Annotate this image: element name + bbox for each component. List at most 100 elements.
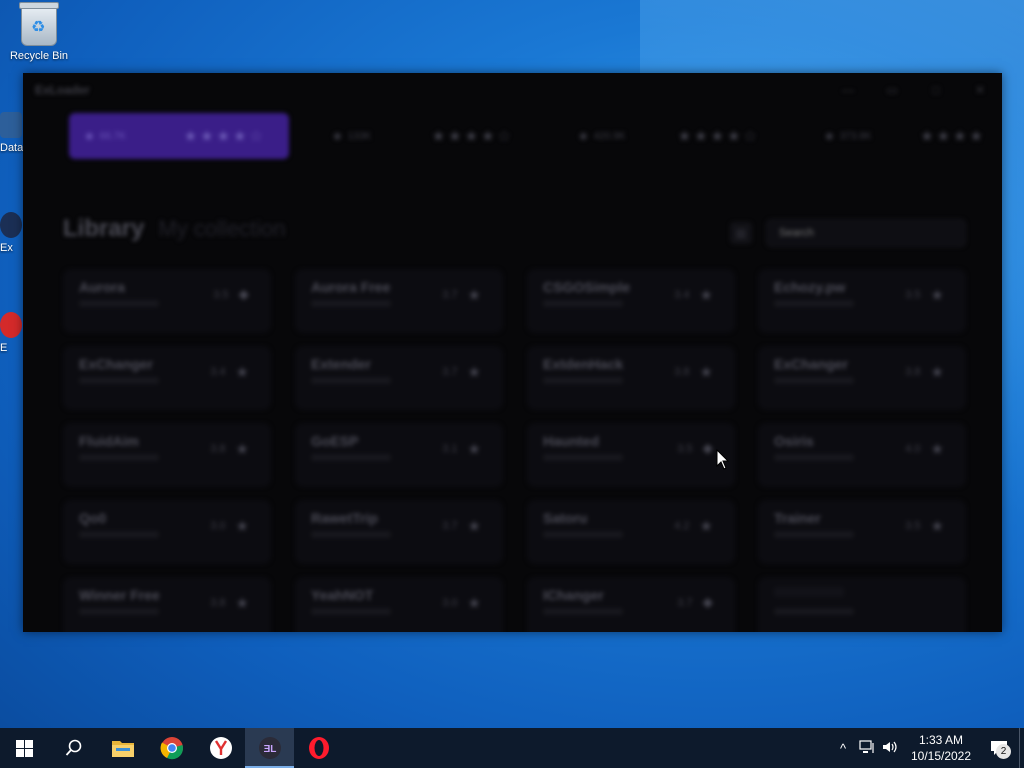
star-icon[interactable]: ★ bbox=[236, 363, 249, 381]
eye-icon: ◉ bbox=[333, 130, 342, 142]
action-center-button[interactable]: 2 bbox=[979, 728, 1019, 768]
library-card-name: IChanger bbox=[543, 587, 604, 603]
grid-view-icon[interactable]: ▦ bbox=[730, 222, 752, 244]
featured-card[interactable]: ◉ 420.9K ★★★★☆ bbox=[563, 113, 783, 159]
library-card[interactable]: Qo0 3.0 ★ bbox=[63, 500, 271, 564]
tag-icon[interactable]: ⬥ bbox=[702, 594, 713, 611]
library-card[interactable]: Aurora Free 3.7 ★ bbox=[295, 269, 503, 333]
library-card[interactable]: Echozy.pw 3.5 ★ bbox=[758, 269, 966, 333]
library-card[interactable]: FluidAim 3.8 ★ bbox=[63, 423, 271, 487]
view-count: 373.8K bbox=[839, 130, 872, 142]
clock-time: 1:33 AM bbox=[918, 733, 964, 747]
featured-card[interactable]: ◉ 66.7K ★★★★☆ bbox=[69, 113, 289, 159]
star-icon[interactable]: ★ bbox=[468, 286, 481, 304]
restore-button[interactable]: ▭ bbox=[870, 73, 914, 107]
featured-card[interactable]: ◉ 133K ★★★★☆ bbox=[317, 113, 537, 159]
desktop-shortcut-e[interactable]: E bbox=[0, 312, 24, 354]
library-card-name: Echozy.pw bbox=[774, 279, 846, 295]
rating-value: 4.2 bbox=[674, 520, 690, 532]
rating-value: 3.7 bbox=[442, 366, 458, 378]
star-icon[interactable]: ★ bbox=[700, 363, 713, 381]
desktop-shortcut-data[interactable]: Data bbox=[0, 112, 24, 154]
start-button[interactable] bbox=[0, 728, 49, 768]
star-icon[interactable]: ★ bbox=[931, 363, 944, 381]
tag-icon[interactable]: ⬥ bbox=[238, 286, 249, 303]
show-desktop-button[interactable] bbox=[1019, 728, 1024, 768]
library-card-author bbox=[774, 454, 854, 461]
library-card-rating: 3.8 ★ bbox=[674, 363, 713, 381]
library-card-rating: 3.5 ★ bbox=[905, 286, 944, 304]
maximize-button[interactable]: □ bbox=[914, 73, 958, 107]
library-card[interactable]: Haunted 3.5 ⬥ bbox=[527, 423, 735, 487]
clock[interactable]: 1:33 AM 10/15/2022 bbox=[903, 732, 979, 764]
volume-icon[interactable] bbox=[879, 740, 903, 757]
star-icon[interactable]: ★ bbox=[236, 594, 249, 612]
featured-card[interactable]: ◉ 373.8K ★★★★ bbox=[809, 113, 1002, 159]
star-icon[interactable]: ★ bbox=[468, 594, 481, 612]
rating-value: 3.0 bbox=[210, 520, 226, 532]
star-icon[interactable]: ★ bbox=[700, 286, 713, 304]
rating-value: 4.0 bbox=[905, 443, 921, 455]
library-card[interactable] bbox=[758, 577, 966, 632]
library-card-name: Satoru bbox=[543, 510, 588, 526]
close-button[interactable]: ✕ bbox=[958, 73, 1002, 107]
my-collection-tab[interactable]: My collection bbox=[158, 216, 285, 242]
library-title[interactable]: Library bbox=[63, 215, 144, 243]
folder-icon bbox=[111, 741, 134, 757]
star-rating: ★★★★☆ bbox=[431, 128, 514, 145]
star-icon[interactable]: ★ bbox=[931, 286, 944, 304]
star-icon[interactable]: ★ bbox=[931, 517, 944, 535]
yandex-button[interactable] bbox=[196, 728, 245, 768]
rating-value: 3.5 bbox=[677, 442, 693, 455]
exloader-taskbar-button[interactable]: ƎL bbox=[245, 728, 294, 768]
library-card-rating: 3.4 ★ bbox=[210, 363, 249, 381]
library-card[interactable]: Aurora 3.5 ⬥ bbox=[63, 269, 271, 333]
chevron-up-icon[interactable]: ^ bbox=[831, 741, 855, 756]
search-input[interactable] bbox=[766, 219, 966, 247]
recycle-bin-shortcut[interactable]: ♻ Recycle Bin bbox=[3, 2, 75, 62]
library-card-rating: 3.7 ★ bbox=[442, 363, 481, 381]
rating-value: 3.7 bbox=[677, 596, 693, 609]
star-icon[interactable]: ★ bbox=[468, 440, 481, 458]
library-card[interactable]: Winner Free 3.8 ★ bbox=[63, 577, 271, 632]
library-card[interactable]: ExChanger 3.8 ★ bbox=[758, 346, 966, 410]
search-button[interactable] bbox=[49, 728, 98, 768]
app-title: ExLoader bbox=[35, 83, 90, 97]
rating-value: 3.1 bbox=[442, 443, 458, 455]
rating-value: 3.4 bbox=[674, 289, 690, 301]
opera-button[interactable] bbox=[294, 728, 343, 768]
library-card[interactable]: CSGOSimple 3.4 ★ bbox=[527, 269, 735, 333]
star-icon[interactable]: ★ bbox=[700, 517, 713, 535]
library-card[interactable]: ExtdenHack 3.8 ★ bbox=[527, 346, 735, 410]
library-card[interactable]: GoESP 3.1 ★ bbox=[295, 423, 503, 487]
network-icon[interactable] bbox=[855, 739, 879, 757]
library-tools: ▦ bbox=[730, 219, 966, 247]
view-count: 66.7K bbox=[99, 130, 126, 142]
library-card[interactable]: Trainer 3.5 ★ bbox=[758, 500, 966, 564]
clock-date: 10/15/2022 bbox=[910, 749, 972, 763]
view-count: 420.9K bbox=[593, 130, 626, 142]
chrome-button[interactable] bbox=[147, 728, 196, 768]
minimize-button[interactable]: — bbox=[826, 73, 870, 107]
star-icon[interactable]: ★ bbox=[468, 363, 481, 381]
library-card[interactable]: Osiris 4.0 ★ bbox=[758, 423, 966, 487]
library-card-author bbox=[311, 377, 391, 384]
library-card[interactable]: Extender 3.7 ★ bbox=[295, 346, 503, 410]
star-icon[interactable]: ★ bbox=[236, 517, 249, 535]
library-card[interactable]: IChanger 3.7 ⬥ bbox=[527, 577, 735, 632]
tag-icon[interactable]: ⬥ bbox=[702, 440, 713, 457]
star-icon[interactable]: ★ bbox=[236, 440, 249, 458]
library-card[interactable]: Satoru 4.2 ★ bbox=[527, 500, 735, 564]
file-explorer-button[interactable] bbox=[98, 728, 147, 768]
title-bar[interactable]: ExLoader — ▭ □ ✕ bbox=[23, 73, 1002, 107]
chrome-icon bbox=[160, 737, 183, 760]
library-card-author bbox=[79, 531, 159, 538]
recycle-bin-icon: ♻ bbox=[19, 2, 59, 46]
library-card-author bbox=[311, 454, 391, 461]
star-icon[interactable]: ★ bbox=[931, 440, 944, 458]
library-card[interactable]: ExChanger 3.4 ★ bbox=[63, 346, 271, 410]
library-card[interactable]: YeahNOT 3.0 ★ bbox=[295, 577, 503, 632]
library-card[interactable]: RawetTrip 3.7 ★ bbox=[295, 500, 503, 564]
desktop-shortcut-ex[interactable]: Ex bbox=[0, 212, 24, 254]
star-icon[interactable]: ★ bbox=[468, 517, 481, 535]
